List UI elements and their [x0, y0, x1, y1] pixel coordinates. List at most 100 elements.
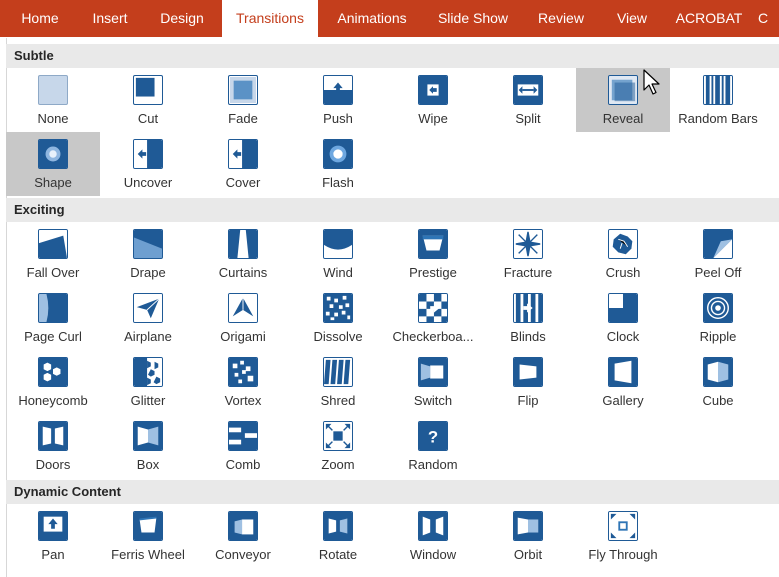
gallery-item-none-transition[interactable]: None: [6, 68, 100, 132]
gallery-item-gallery-transition[interactable]: Gallery: [576, 350, 670, 414]
gallery-item-conveyor-transition[interactable]: Conveyor: [196, 504, 290, 568]
reveal-transition-icon: [608, 75, 638, 105]
tab-view[interactable]: View: [604, 0, 660, 37]
gallery-item-push-transition[interactable]: Push: [291, 68, 385, 132]
gallery-item-origami-transition[interactable]: Origami: [196, 286, 290, 350]
gallery-item-honeycomb-transition[interactable]: Honeycomb: [6, 350, 100, 414]
blinds-transition-icon: [513, 293, 543, 323]
fracture-transition-icon: [513, 229, 543, 259]
comb-transition-icon: [228, 421, 258, 451]
gallery-item-fall-over-transition[interactable]: Fall Over: [6, 222, 100, 286]
gallery-item-rotate-transition[interactable]: Rotate: [291, 504, 385, 568]
gallery-item-blinds-transition[interactable]: Blinds: [481, 286, 575, 350]
cover-transition-icon: [228, 139, 258, 169]
gallery-item-label: Uncover: [123, 175, 173, 190]
gallery-item-label: Cut: [137, 111, 159, 126]
tab-animations[interactable]: Animations: [326, 0, 418, 37]
tab-review[interactable]: Review: [530, 0, 592, 37]
gallery-item-clock-transition[interactable]: Clock: [576, 286, 670, 350]
gallery-item-label: Vortex: [224, 393, 262, 408]
gallery-item-crush-transition[interactable]: Crush: [576, 222, 670, 286]
gallery-item-fly-through-transition[interactable]: Fly Through: [576, 504, 670, 568]
gallery-item-label: Random: [408, 457, 458, 472]
gallery-item-label: Push: [323, 111, 353, 126]
gallery-item-prestige-transition[interactable]: Prestige: [386, 222, 480, 286]
gallery-item-label: Fracture: [503, 265, 553, 280]
gallery-item-label: Box: [136, 457, 160, 472]
gallery-item-label: Cover: [225, 175, 261, 190]
switch-transition-icon: [418, 357, 448, 387]
gallery-item-label: Wipe: [418, 111, 448, 126]
glitter-transition-icon: [133, 357, 163, 387]
flash-transition-icon: [323, 139, 353, 169]
gallery-item-label: Airplane: [124, 329, 172, 344]
gallery-item-label: Glitter: [130, 393, 166, 408]
gallery-item-page-curl-transition[interactable]: Page Curl: [6, 286, 100, 350]
curtains-transition-icon: [228, 229, 258, 259]
gallery-item-fade-transition[interactable]: Fade: [196, 68, 290, 132]
gallery-item-cube-transition[interactable]: Cube: [671, 350, 765, 414]
gallery-item-box-transition[interactable]: Box: [101, 414, 195, 478]
gallery-item-airplane-transition[interactable]: Airplane: [101, 286, 195, 350]
gallery-item-pan-transition[interactable]: Pan: [6, 504, 100, 568]
gallery-item-label: Wind: [323, 265, 353, 280]
tab-overflow[interactable]: C: [758, 0, 779, 37]
tab-transitions[interactable]: Transitions: [222, 0, 318, 37]
cube-transition-icon: [703, 357, 733, 387]
clock-transition-icon: [608, 293, 638, 323]
gallery-item-label: Flash: [322, 175, 354, 190]
gallery-item-ripple-transition[interactable]: Ripple: [671, 286, 765, 350]
tab-insert[interactable]: Insert: [80, 0, 140, 37]
gallery-item-dissolve-transition[interactable]: Dissolve: [291, 286, 385, 350]
gallery-item-checkerboard-transition[interactable]: Checkerboa...: [386, 286, 480, 350]
gallery-item-orbit-transition[interactable]: Orbit: [481, 504, 575, 568]
gallery-item-label: Ripple: [699, 329, 737, 344]
box-transition-icon: [133, 421, 163, 451]
gallery-item-shape-transition[interactable]: Shape: [6, 132, 100, 196]
tab-home[interactable]: Home: [8, 0, 72, 37]
gallery-item-drape-transition[interactable]: Drape: [101, 222, 195, 286]
gallery-item-curtains-transition[interactable]: Curtains: [196, 222, 290, 286]
gallery-item-split-transition[interactable]: Split: [481, 68, 575, 132]
gallery-item-glitter-transition[interactable]: Glitter: [101, 350, 195, 414]
gallery-item-flip-transition[interactable]: Flip: [481, 350, 575, 414]
gallery-item-label: Checkerboa...: [392, 329, 474, 344]
gallery-item-wipe-transition[interactable]: Wipe: [386, 68, 480, 132]
gallery-item-uncover-transition[interactable]: Uncover: [101, 132, 195, 196]
gallery-item-random-transition[interactable]: ? Random: [386, 414, 480, 478]
gallery-item-comb-transition[interactable]: Comb: [196, 414, 290, 478]
gallery-item-flash-transition[interactable]: Flash: [291, 132, 385, 196]
gallery-item-window-transition[interactable]: Window: [386, 504, 480, 568]
tab-slide-show[interactable]: Slide Show: [428, 0, 518, 37]
gallery-item-cut-transition[interactable]: Cut: [101, 68, 195, 132]
gallery-item-zoom-transition[interactable]: Zoom: [291, 414, 385, 478]
gallery-item-label: Fall Over: [26, 265, 80, 280]
gallery-item-wind-transition[interactable]: Wind: [291, 222, 385, 286]
gallery-item-vortex-transition[interactable]: Vortex: [196, 350, 290, 414]
gallery-item-doors-transition[interactable]: Doors: [6, 414, 100, 478]
svg-text:?: ?: [428, 428, 438, 447]
none-transition-icon: [38, 75, 68, 105]
gallery-item-peel-off-transition[interactable]: Peel Off: [671, 222, 765, 286]
gallery-item-ferris-wheel-transition[interactable]: Ferris Wheel: [101, 504, 195, 568]
gallery-item-cover-transition[interactable]: Cover: [196, 132, 290, 196]
wipe-transition-icon: [418, 75, 448, 105]
gallery-item-fracture-transition[interactable]: Fracture: [481, 222, 575, 286]
gallery-item-label: Doors: [35, 457, 71, 472]
shape-transition-icon: [38, 139, 68, 169]
fly-through-transition-icon: [608, 511, 638, 541]
prestige-transition-icon: [418, 229, 448, 259]
gallery-item-label: Blinds: [510, 329, 546, 344]
gallery-item-shred-transition[interactable]: Shred: [291, 350, 385, 414]
tab-acrobat[interactable]: ACROBAT: [668, 0, 750, 37]
gallery-item-switch-transition[interactable]: Switch: [386, 350, 480, 414]
doors-transition-icon: [38, 421, 68, 451]
tab-design[interactable]: Design: [150, 0, 214, 37]
gallery-item-random-bars-transition[interactable]: Random Bars: [671, 68, 765, 132]
gallery-item-label: Origami: [220, 329, 266, 344]
mouse-pointer-icon: [643, 69, 660, 95]
page-curl-transition-icon: [38, 293, 68, 323]
gallery-item-label: Orbit: [513, 547, 543, 562]
airplane-transition-icon: [133, 293, 163, 323]
push-transition-icon: [323, 75, 353, 105]
